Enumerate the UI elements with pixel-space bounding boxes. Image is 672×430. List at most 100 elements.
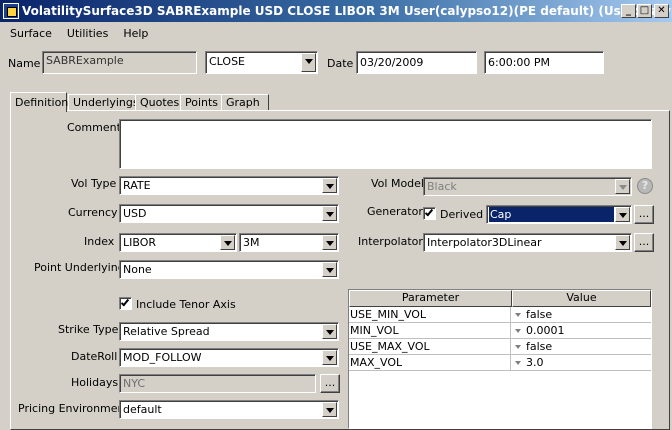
chevron-down-icon[interactable] — [322, 235, 337, 250]
holidays-ellipsis-button[interactable]: ... — [320, 374, 340, 393]
window-title: VolatilitySurface3D SABRExample USD CLOS… — [22, 4, 672, 18]
menu-bar: Surface Utilities Help — [0, 22, 672, 44]
close-button[interactable]: ✕ — [654, 4, 669, 18]
chevron-down-icon[interactable] — [220, 235, 235, 250]
param-name: USE_MIN_VOL — [349, 307, 511, 323]
derived-checkbox[interactable] — [423, 207, 436, 220]
generator-label: Generator — [367, 205, 423, 218]
dateroll-label: DateRoll — [71, 350, 118, 363]
title-bar: VolatilitySurface3D SABRExample USD CLOS… — [0, 0, 672, 22]
quote-set-combo[interactable]: CLOSE — [205, 51, 318, 74]
param-value-text: false — [526, 340, 553, 353]
minimize-button[interactable]: _ — [621, 4, 636, 18]
comment-textarea[interactable] — [119, 119, 652, 169]
holidays-label: Holidays — [71, 376, 119, 389]
param-value-text: 0.0001 — [526, 324, 565, 337]
quote-set-value: CLOSE — [209, 55, 246, 68]
check-icon — [120, 297, 130, 307]
param-name: MIN_VOL — [349, 323, 511, 339]
point-underlying-value: None — [123, 263, 152, 276]
param-name: MAX_VOL — [349, 355, 511, 371]
vol-model-value: Black — [427, 180, 457, 193]
include-tenor-checkbox[interactable] — [119, 297, 132, 310]
generator-ellipsis-button[interactable]: ... — [634, 205, 654, 224]
chevron-down-icon[interactable] — [322, 324, 337, 339]
comment-label: Comment — [67, 121, 121, 134]
table-row[interactable]: MIN_VOL 0.0001 — [349, 323, 651, 339]
index-combo[interactable]: LIBOR — [119, 233, 237, 252]
chevron-down-icon[interactable] — [615, 235, 630, 250]
pricing-env-label: Pricing Environment — [18, 402, 129, 415]
date-label: Date — [327, 57, 354, 70]
name-field[interactable]: SABRExample — [42, 51, 197, 74]
param-value[interactable]: false — [512, 307, 651, 323]
menu-surface[interactable]: Surface — [5, 27, 57, 40]
time-field[interactable]: 6:00:00 PM — [484, 51, 604, 74]
strike-type-value: Relative Spread — [123, 325, 210, 338]
vol-type-combo[interactable]: RATE — [119, 176, 339, 195]
pricing-env-combo[interactable]: default — [119, 400, 339, 419]
generator-value: Cap — [490, 208, 512, 221]
dateroll-value: MOD_FOLLOW — [123, 351, 202, 364]
chevron-down-icon[interactable] — [615, 207, 630, 222]
pricing-env-value: default — [123, 403, 162, 416]
currency-value: USD — [123, 207, 147, 220]
chevron-down-icon[interactable] — [322, 206, 337, 221]
currency-combo[interactable]: USD — [119, 204, 339, 223]
column-header-parameter[interactable]: Parameter — [349, 290, 512, 307]
chevron-down-icon[interactable] — [322, 262, 337, 277]
param-value[interactable]: false — [512, 339, 651, 355]
chevron-down-icon[interactable] — [322, 350, 337, 365]
strike-type-label: Strike Type — [58, 323, 119, 336]
help-icon[interactable]: ? — [637, 178, 653, 194]
chevron-down-icon[interactable] — [322, 178, 337, 193]
vol-model-combo[interactable]: Black — [423, 177, 632, 196]
dateroll-combo[interactable]: MOD_FOLLOW — [119, 348, 339, 367]
tenor-value: 3M — [243, 236, 260, 249]
derived-label: Derived — [440, 208, 484, 221]
generator-combo[interactable]: Cap — [486, 205, 632, 224]
interpolator-ellipsis-button[interactable]: ... — [634, 233, 654, 252]
tenor-combo[interactable]: 3M — [239, 233, 339, 252]
dropdown-arrow-icon — [515, 329, 521, 333]
dropdown-arrow-icon — [515, 313, 521, 317]
holidays-field[interactable]: NYC — [119, 374, 316, 393]
dropdown-arrow-icon — [515, 361, 521, 365]
interpolator-combo[interactable]: Interpolator3DLinear — [423, 233, 632, 252]
menu-utilities[interactable]: Utilities — [62, 27, 113, 40]
name-label: Name — [8, 57, 41, 70]
interpolator-value: Interpolator3DLinear — [427, 236, 542, 249]
vol-type-value: RATE — [123, 179, 151, 192]
vol-model-label: Vol Model — [371, 177, 424, 190]
param-name: USE_MAX_VOL — [349, 339, 511, 355]
param-value-text: false — [526, 308, 553, 321]
table-row[interactable]: USE_MIN_VOL false — [349, 307, 651, 323]
interpolator-label: Interpolator — [358, 235, 423, 248]
vol-type-label: Vol Type — [71, 177, 117, 190]
index-label: Index — [84, 235, 115, 248]
menu-help[interactable]: Help — [118, 27, 153, 40]
chevron-down-icon[interactable] — [322, 402, 337, 417]
tab-graph[interactable]: Graph — [221, 94, 269, 111]
check-icon — [424, 207, 434, 217]
index-value: LIBOR — [123, 236, 157, 249]
date-field[interactable]: 03/20/2009 — [356, 51, 477, 74]
strike-type-combo[interactable]: Relative Spread — [119, 322, 339, 341]
app-icon — [3, 3, 19, 19]
param-value[interactable]: 3.0 — [512, 355, 651, 371]
point-underlying-combo[interactable]: None — [119, 260, 339, 279]
parameters-table: Parameter Value USE_MIN_VOL false MIN_VO… — [348, 289, 652, 429]
chevron-down-icon[interactable] — [615, 179, 630, 194]
dropdown-arrow-icon — [515, 345, 521, 349]
include-tenor-label: Include Tenor Axis — [136, 298, 236, 311]
param-value-text: 3.0 — [526, 356, 544, 369]
restore-button[interactable]: □ — [637, 4, 652, 18]
tab-definition[interactable]: Definition — [10, 92, 68, 112]
chevron-down-icon[interactable] — [301, 53, 316, 72]
param-value[interactable]: 0.0001 — [512, 323, 651, 339]
table-row[interactable]: USE_MAX_VOL false — [349, 339, 651, 355]
tab-underlyings[interactable]: Underlyings — [68, 94, 142, 111]
table-row[interactable]: MAX_VOL 3.0 — [349, 355, 651, 371]
point-underlying-label: Point Underlying — [34, 261, 125, 274]
column-header-value[interactable]: Value — [512, 290, 651, 307]
